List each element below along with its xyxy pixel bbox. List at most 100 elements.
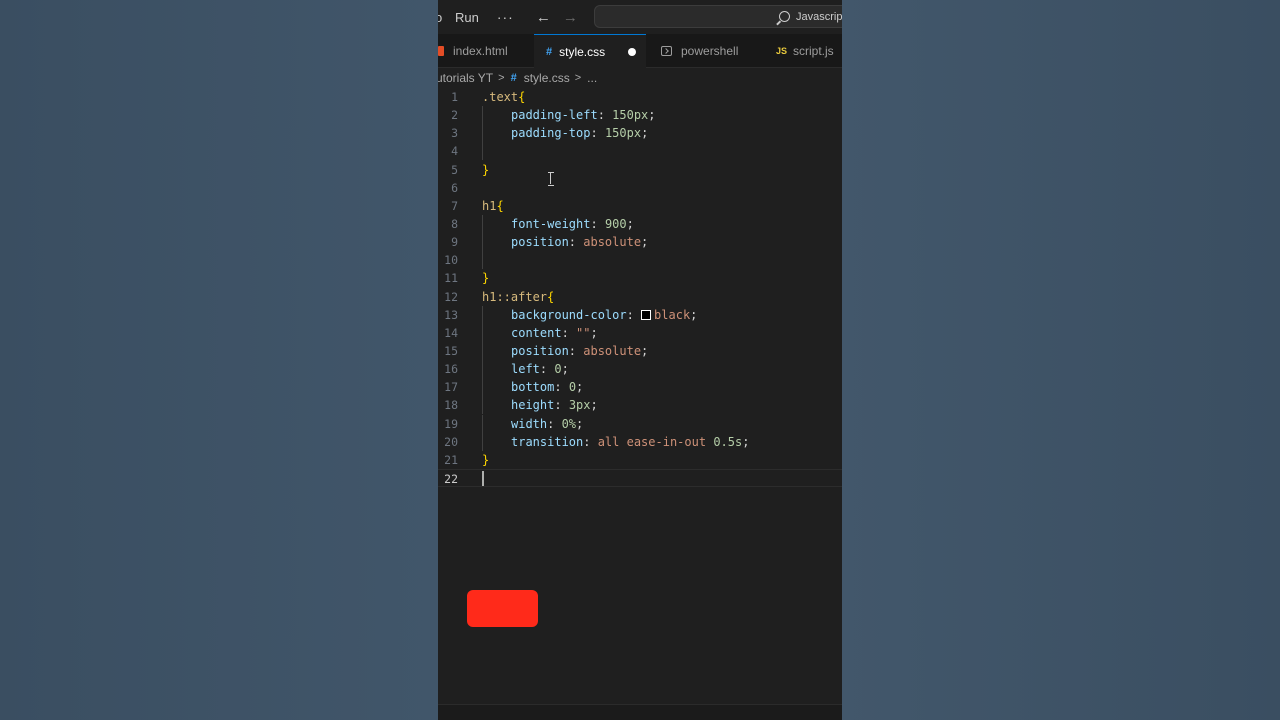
code-line: 3 padding-top: 150px; (438, 124, 842, 143)
tab-index-html[interactable]: index.html (438, 34, 528, 68)
css-property: padding-left (511, 108, 598, 123)
code-line: 10 (438, 251, 842, 270)
code-editor-window: o Run ··· ← → Javascript index.html # st… (438, 0, 842, 720)
line-number: 3 (451, 126, 458, 141)
color-swatch-icon[interactable] (641, 309, 652, 320)
terminal-icon (661, 46, 672, 56)
line-number: 7 (451, 198, 458, 213)
breadcrumb-folder[interactable]: utorials YT (438, 71, 493, 85)
brace: } (482, 162, 490, 177)
line-number: 20 (444, 434, 458, 449)
brace: } (482, 452, 490, 467)
code-line: 1 .text{ (438, 88, 842, 106)
tab-script-js[interactable]: JS script.js (762, 34, 842, 68)
code-line: 4 (438, 142, 842, 161)
css-property: bottom (511, 380, 555, 395)
tab-label: powershell (681, 44, 739, 58)
line-number: 17 (444, 380, 458, 395)
css-value-number: 0.5s (713, 434, 743, 449)
code-line: 9 position: absolute; (438, 233, 842, 252)
status-bar (438, 704, 842, 720)
css-hash-icon: # (510, 72, 517, 84)
line-number: 4 (451, 144, 458, 159)
background-left-panel (0, 0, 438, 720)
css-selector: h1 (482, 198, 497, 213)
css-selector: .text (482, 90, 519, 104)
line-number: 12 (444, 289, 458, 304)
line-number: 18 (444, 398, 458, 413)
code-line: 2 padding-left: 150px; (438, 106, 842, 125)
code-line: 15 position: absolute; (438, 341, 842, 360)
unsaved-dot-icon[interactable] (628, 48, 636, 56)
chevron-right-icon: > (498, 72, 505, 84)
css-property: width (511, 416, 548, 431)
css-value: "" (576, 325, 591, 340)
brace: { (496, 198, 504, 213)
css-property: position (511, 343, 569, 358)
code-line: 5} (438, 161, 842, 179)
css-value: 150px (612, 108, 649, 123)
code-line: 19 width: 0%; (438, 414, 842, 433)
red-overlay-button[interactable] (467, 590, 538, 627)
css-value: all ease-in-out (597, 434, 707, 449)
css-value: 0% (561, 416, 577, 431)
line-number: 16 (444, 362, 458, 377)
forward-arrow-icon[interactable]: → (563, 9, 578, 26)
more-menu-button[interactable]: ··· (497, 9, 514, 25)
line-number: 21 (444, 452, 458, 467)
css-value: 150px (604, 126, 642, 141)
code-line: 13 background-color: black; (438, 305, 842, 324)
css-value: 900 (604, 216, 627, 231)
css-property: padding-top (511, 126, 591, 141)
title-bar: o Run ··· ← → Javascript (438, 0, 842, 34)
line-number: 19 (444, 416, 458, 431)
menu-item-partial[interactable]: o (438, 10, 443, 25)
command-center-search[interactable]: Javascript (594, 5, 842, 28)
code-line: 21} (438, 451, 842, 469)
tab-powershell[interactable]: powershell (646, 34, 762, 68)
search-text: Javascript (796, 10, 842, 23)
back-arrow-icon[interactable]: ← (536, 9, 551, 26)
css-value: 0 (554, 362, 562, 377)
chevron-right-icon: > (574, 72, 582, 84)
code-line: 20 transition: all ease-in-out 0.5s; (438, 432, 842, 451)
html-file-icon (438, 46, 444, 56)
code-line-current: 22 (438, 468, 842, 488)
css-property: font-weight (511, 216, 591, 231)
css-property: transition (511, 434, 584, 449)
code-line: 6 (438, 179, 842, 197)
tab-style-css[interactable]: # style.css (534, 34, 646, 68)
search-icon (779, 11, 790, 22)
code-line: 7 h1{ (438, 197, 842, 215)
tab-label: script.js (793, 44, 834, 58)
css-value: 3px (568, 398, 591, 413)
text-caret (482, 470, 484, 486)
code-line: 16 left: 0; (438, 360, 842, 379)
line-number: 11 (444, 271, 458, 286)
css-value: 0 (568, 380, 577, 395)
code-line: 17 bottom: 0; (438, 378, 842, 397)
tab-label: style.css (559, 44, 606, 59)
brace: { (547, 289, 555, 304)
css-hash-icon: # (546, 45, 553, 58)
breadcrumb-file[interactable]: style.css (524, 71, 570, 85)
editor-tabs: index.html # style.css powershell JS scr… (438, 34, 842, 68)
line-number: 8 (451, 216, 458, 231)
breadcrumb-symbol[interactable]: ... (587, 71, 597, 85)
line-number: 10 (444, 253, 458, 268)
line-number: 9 (451, 235, 458, 250)
menu-item-run[interactable]: Run (455, 10, 479, 25)
code-line: 8 font-weight: 900; (438, 214, 842, 233)
line-number: 22 (444, 471, 458, 486)
line-number: 14 (444, 325, 458, 340)
line-number: 1 (451, 90, 458, 104)
code-area[interactable]: 1 .text{ 2 padding-left: 150px; 3 padding-t… (438, 88, 842, 488)
code-line: 18 height: 3px; (438, 396, 842, 415)
tab-label: index.html (453, 44, 508, 58)
code-line: 14 content: ""; (438, 323, 842, 342)
css-value: black (654, 307, 691, 322)
code-line: 11} (438, 269, 842, 287)
css-property: height (511, 398, 555, 413)
css-value: absolute (583, 343, 642, 358)
brace: { (518, 90, 526, 104)
